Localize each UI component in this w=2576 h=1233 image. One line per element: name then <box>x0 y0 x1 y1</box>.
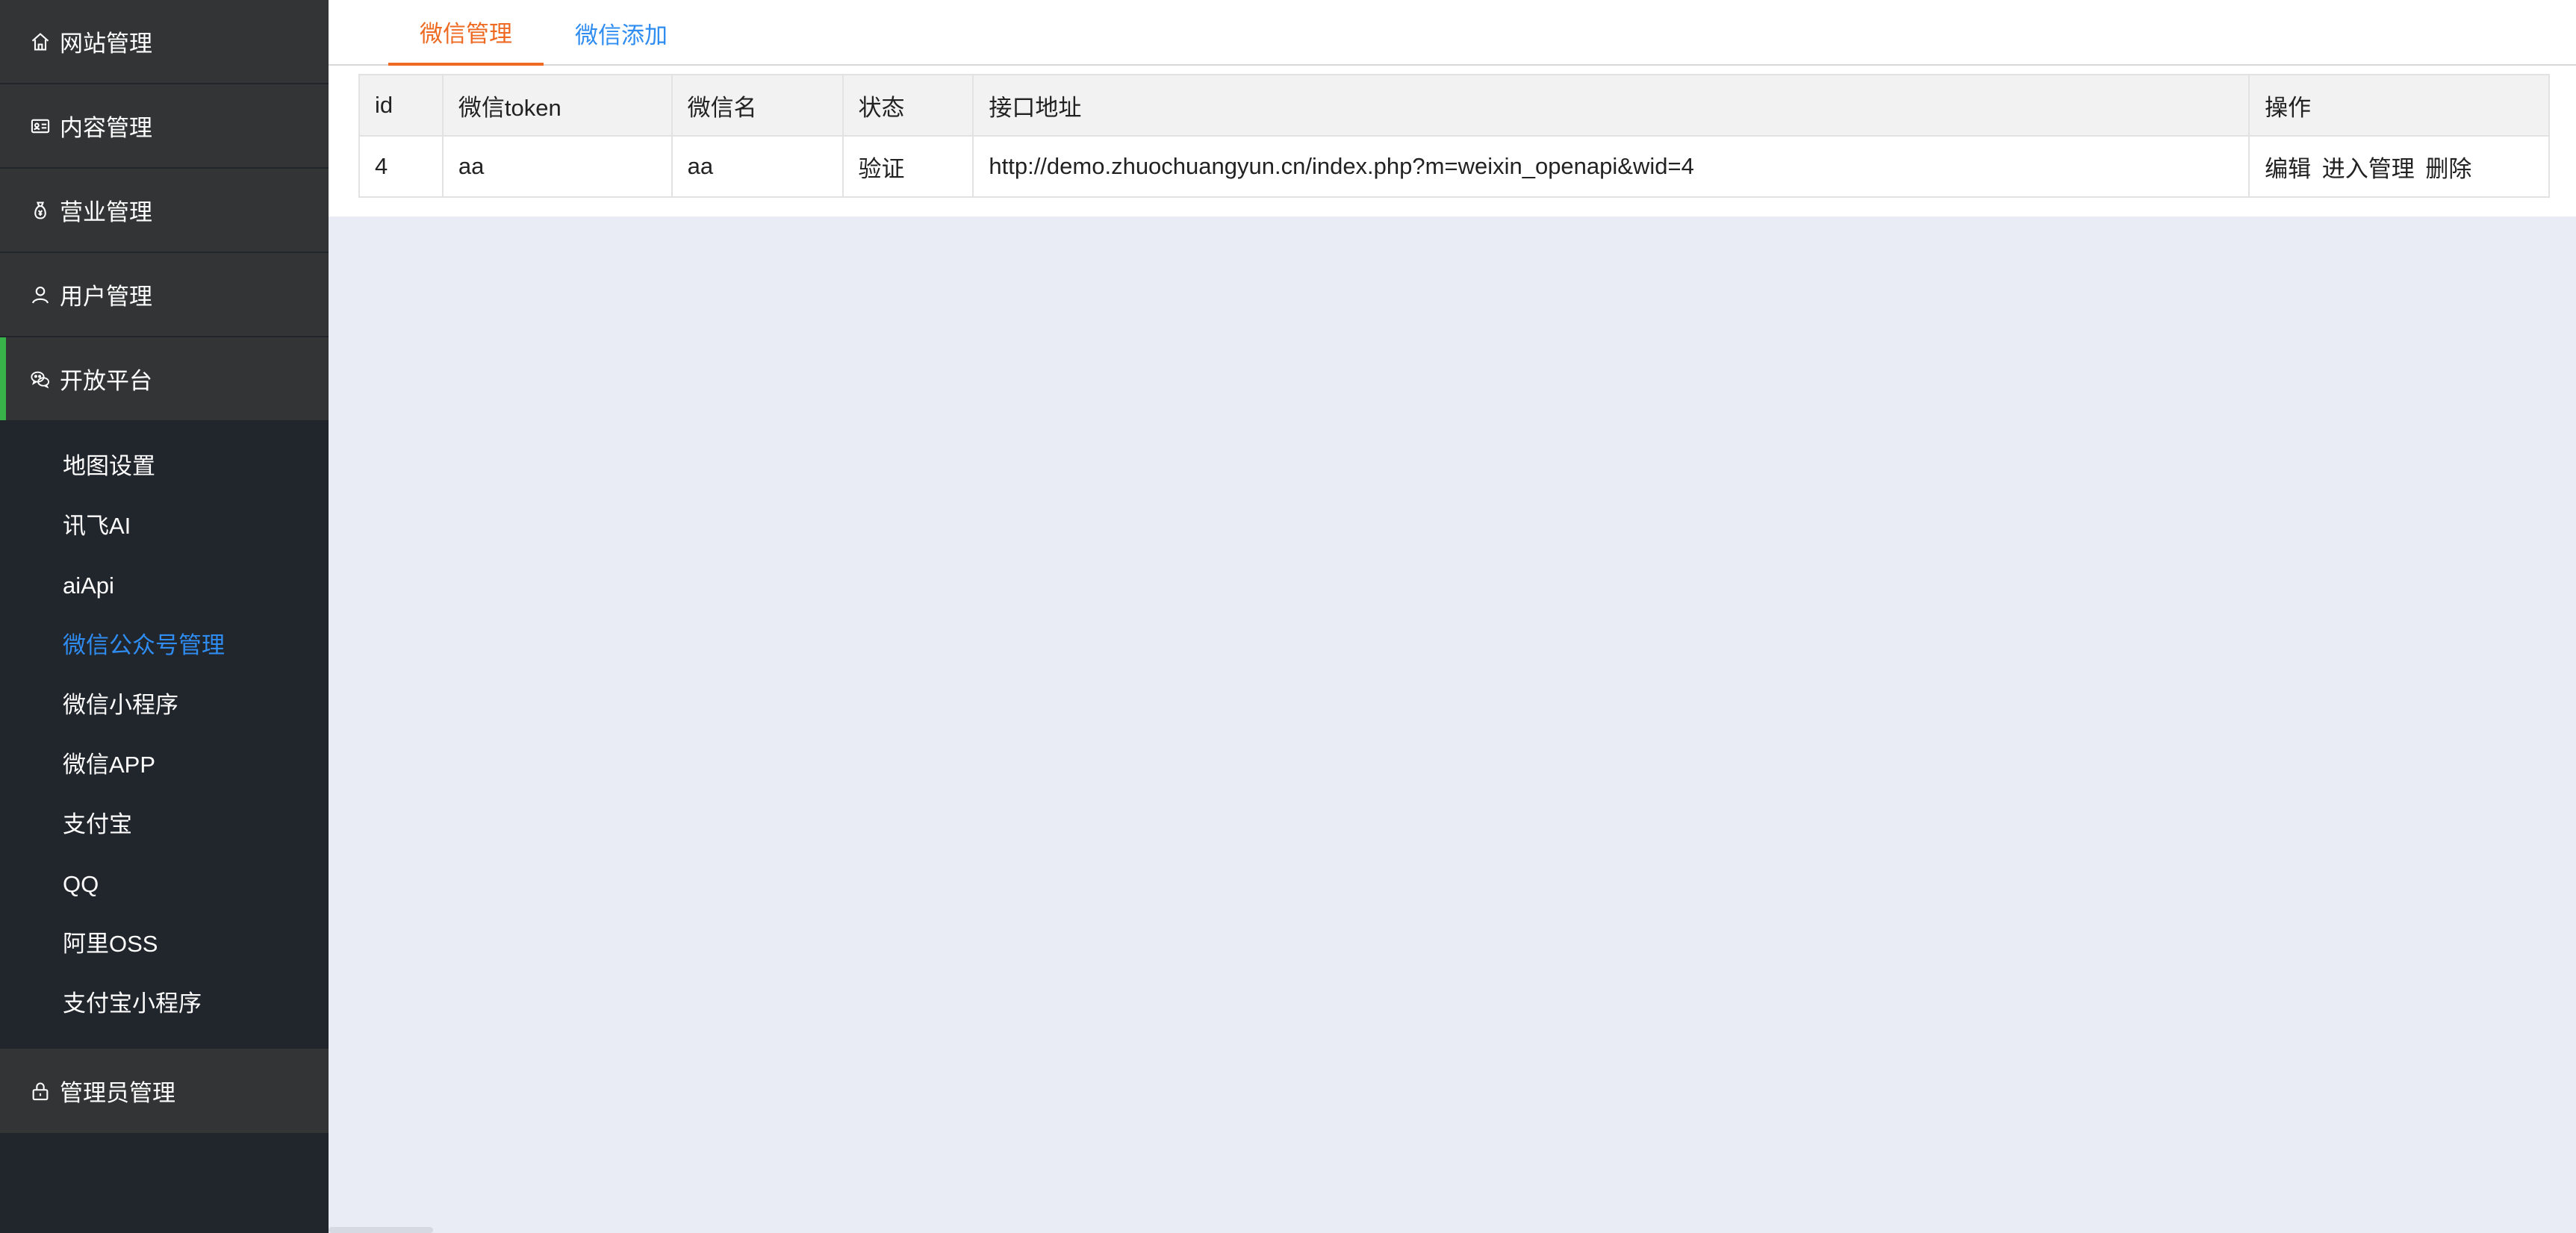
tab-wechat-manage[interactable]: 微信管理 <box>388 0 544 66</box>
home-icon <box>30 31 51 52</box>
verify-link[interactable]: 验证 <box>859 156 905 182</box>
tab-wechat-add[interactable]: 微信添加 <box>544 0 699 66</box>
sidebar-item-alipay[interactable]: 支付宝 <box>63 810 132 840</box>
sidebar-item-wechat-miniprogram[interactable]: 微信小程序 <box>63 690 178 720</box>
sidebar-group-label: 网站管理 <box>60 31 152 57</box>
sidebar-item-alipay-miniprogram[interactable]: 支付宝小程序 <box>63 989 202 1019</box>
id-card-icon <box>30 116 51 137</box>
cell-actions: 编辑 进入管理 删除 <box>2248 135 2550 198</box>
content-panel: id 微信token 微信名 状态 接口地址 操作 4 aa aa 验证 htt… <box>329 66 2576 216</box>
sidebar-submenu-open-platform: 地图设置 讯飞AI aiApi 微信公众号管理 微信小程序 微信APP 支付宝 … <box>0 422 329 1049</box>
tab-bar: 微信管理 微信添加 <box>329 0 2576 66</box>
sidebar-group-label: 管理员管理 <box>60 1080 175 1106</box>
column-header-actions: 操作 <box>2248 74 2550 137</box>
sidebar-group-label: 营业管理 <box>60 199 152 225</box>
cell-status: 验证 <box>841 135 974 198</box>
sidebar-group-users[interactable]: 用户管理 <box>0 253 329 336</box>
wechat-table: id 微信token 微信名 状态 接口地址 操作 4 aa aa 验证 htt… <box>358 74 2550 198</box>
column-header-token: 微信token <box>441 74 673 137</box>
sidebar: 网站管理 内容管理 营业管理 用户管理 开放平台 地图设置 讯飞AI aiApi… <box>0 0 329 1233</box>
cell-id: 4 <box>358 135 444 198</box>
sidebar-group-label: 开放平台 <box>60 368 152 394</box>
sidebar-group-website[interactable]: 网站管理 <box>0 0 329 83</box>
sidebar-group-label: 内容管理 <box>60 115 152 141</box>
lock-icon <box>30 1081 51 1102</box>
enter-manage-link[interactable]: 进入管理 <box>2322 156 2415 182</box>
sidebar-item-wechat-official[interactable]: 微信公众号管理 <box>63 631 225 661</box>
table-row: 4 aa aa 验证 http://demo.zhuochuangyun.cn/… <box>358 135 2550 198</box>
sidebar-item-map-settings[interactable]: 地图设置 <box>63 452 155 481</box>
delete-link[interactable]: 删除 <box>2425 156 2471 182</box>
cell-name: aa <box>671 135 844 198</box>
sidebar-item-xunfei-ai[interactable]: 讯飞AI <box>63 511 131 541</box>
wechat-icon <box>30 369 51 390</box>
horizontal-scrollbar[interactable] <box>329 1227 433 1233</box>
sidebar-group-open-platform[interactable]: 开放平台 <box>0 337 329 420</box>
column-header-id: id <box>358 74 444 137</box>
sidebar-item-aiapi[interactable]: aiApi <box>63 571 114 601</box>
cell-token: aa <box>441 135 673 198</box>
sidebar-group-content[interactable]: 内容管理 <box>0 84 329 167</box>
main-content: 微信管理 微信添加 id 微信token 微信名 状态 接口地址 操作 4 aa… <box>329 0 2576 1233</box>
column-header-url: 接口地址 <box>972 74 2250 137</box>
user-icon <box>30 284 51 305</box>
sidebar-group-business[interactable]: 营业管理 <box>0 169 329 252</box>
sidebar-item-ali-oss[interactable]: 阿里OSS <box>63 929 158 959</box>
column-header-status: 状态 <box>841 74 974 137</box>
table-header-row: id 微信token 微信名 状态 接口地址 操作 <box>358 74 2550 137</box>
cell-url: http://demo.zhuochuangyun.cn/index.php?m… <box>972 135 2250 198</box>
column-header-name: 微信名 <box>671 74 844 137</box>
sidebar-item-wechat-app[interactable]: 微信APP <box>63 750 155 780</box>
sidebar-group-label: 用户管理 <box>60 284 152 310</box>
admin-app: 网站管理 内容管理 营业管理 用户管理 开放平台 地图设置 讯飞AI aiApi… <box>0 0 2576 1233</box>
sidebar-group-admins[interactable]: 管理员管理 <box>0 1049 329 1133</box>
money-bag-icon <box>30 200 51 221</box>
sidebar-item-qq[interactable]: QQ <box>63 870 99 899</box>
edit-link[interactable]: 编辑 <box>2265 156 2311 182</box>
